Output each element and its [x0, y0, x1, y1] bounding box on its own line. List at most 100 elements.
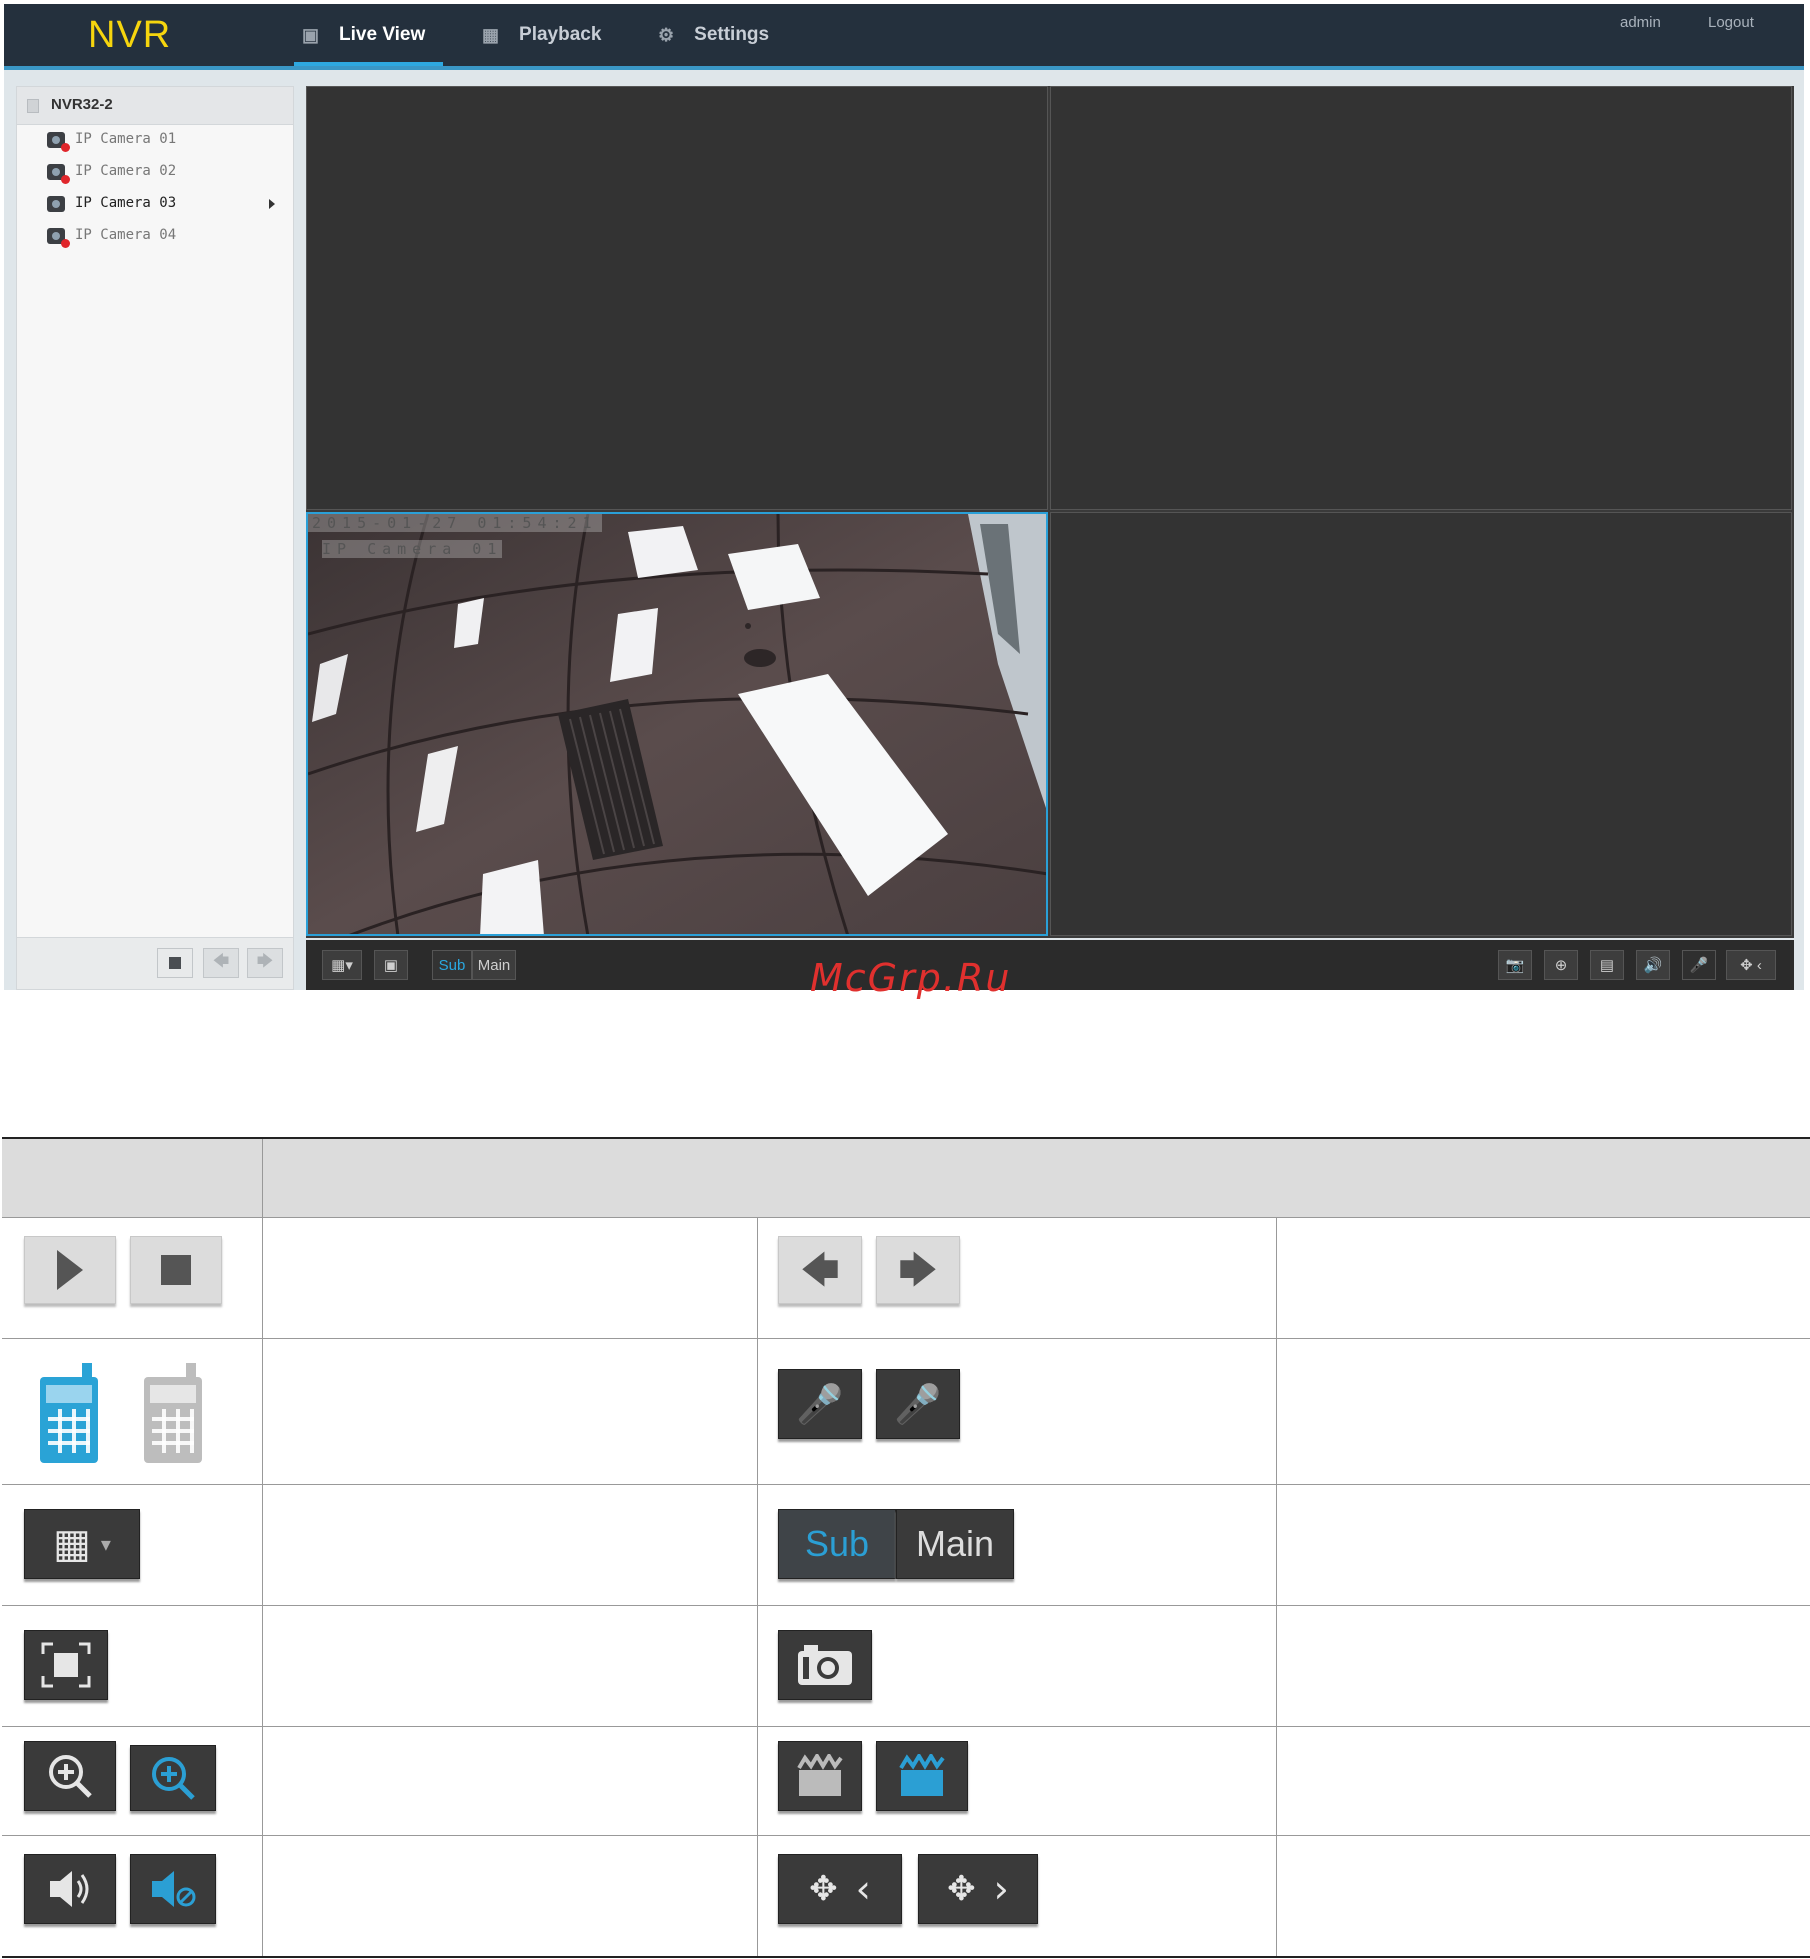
mic-off-icon: 🎤 [876, 1369, 960, 1439]
icon-cell [2, 1835, 263, 1958]
description-cell [262, 1726, 758, 1836]
zoom-button[interactable]: ⊕ [1544, 950, 1578, 980]
camera-feed-image [308, 514, 1046, 934]
sidebar-controls: 🡄 🡆 [17, 937, 293, 989]
fullscreen-icon: ▣ [383, 957, 399, 974]
video-window-1[interactable] [306, 86, 1048, 510]
mute-icon [130, 1854, 216, 1924]
stop-icon [130, 1236, 222, 1304]
film-icon: ▦ [482, 24, 500, 45]
next-page-button[interactable]: 🡆 [247, 948, 283, 978]
camera-offline-icon [47, 164, 70, 184]
table-row [2, 1726, 1810, 1836]
nvr-window: NVR ▣ Live View ▦ Playback ⚙ Settings ad… [4, 4, 1804, 990]
gear-icon: ⚙ [658, 24, 675, 45]
tree-root-nvr[interactable]: NVR32-2 [17, 87, 293, 125]
description-cell [262, 1835, 758, 1958]
table-row: 🡄 🡆 [2, 1217, 1810, 1339]
video-grid: 2015-01-27 01:54:21 IP Camera 01 [306, 86, 1794, 938]
stream-main-icon: Main [896, 1509, 1014, 1579]
video-window-3-active[interactable]: 2015-01-27 01:54:21 IP Camera 01 [306, 512, 1048, 936]
zoom-active-icon [130, 1745, 216, 1811]
description-cell [1276, 1338, 1810, 1485]
record-icon: ▤ [1599, 957, 1615, 974]
video-window-4[interactable] [1050, 512, 1792, 936]
description-cell [1276, 1605, 1810, 1727]
table-row: 🎤 🎤 [2, 1338, 1810, 1485]
tab-label: Playback [519, 24, 602, 45]
logout-link[interactable]: Logout [1708, 14, 1754, 31]
record-button[interactable]: ▤ [1590, 950, 1624, 980]
monitor-icon: ▣ [302, 24, 320, 45]
layout-button[interactable]: ▦▾ [322, 950, 362, 980]
video-window-2[interactable] [1050, 86, 1792, 510]
snapshot-button[interactable]: 📷 [1498, 950, 1532, 980]
play-icon [24, 1236, 116, 1304]
fullscreen-button[interactable]: ▣ [374, 950, 408, 980]
icon-cell: ▦ ▾ [2, 1484, 263, 1606]
watermark: McGrp.Ru [810, 956, 1012, 1000]
icon-cell [757, 1605, 1277, 1727]
tab-playback[interactable]: ▦ Playback [482, 4, 601, 66]
sub-stream-button[interactable]: Sub [432, 950, 472, 980]
icon-cell: 🎤 🎤 [757, 1338, 1277, 1485]
icon-cell: 🡄 🡆 [757, 1217, 1277, 1339]
volume-button[interactable]: 🔊 [1636, 950, 1670, 980]
volume-icon: 🔊 [1643, 957, 1663, 974]
icon-cell [2, 1338, 263, 1485]
device-tree: NVR32-2 IP Camera 01 IP Camera 02 IP Cam… [16, 86, 294, 990]
ptz-icon: ✥ ‹ [1740, 957, 1762, 974]
icon-cell [2, 1605, 263, 1727]
device-icon [27, 99, 39, 113]
table-row [2, 1605, 1810, 1727]
tab-label: Settings [694, 24, 770, 45]
record-icon [778, 1741, 862, 1811]
top-bar: NVR ▣ Live View ▦ Playback ⚙ Settings ad… [4, 4, 1804, 70]
camera-item-04[interactable]: IP Camera 04 [47, 225, 287, 251]
tab-settings[interactable]: ⚙ Settings [658, 4, 769, 66]
arrow-left-icon: 🡄 [778, 1236, 862, 1304]
tab-label: Live View [339, 24, 426, 45]
description-cell [1276, 1726, 1810, 1836]
sub-label: Sub [804, 1523, 870, 1564]
table-row: ✥ ‹ ✥ › [2, 1835, 1810, 1958]
tab-live-view[interactable]: ▣ Live View [293, 4, 444, 66]
camera-offline-icon [47, 228, 70, 248]
arrow-right-icon: 🡆 [876, 1236, 960, 1304]
camera-item-01[interactable]: IP Camera 01 [47, 129, 287, 155]
stream-sub-icon: Sub [778, 1509, 896, 1579]
intercom-on-icon [40, 1363, 98, 1463]
ptz-toggle-button[interactable]: ✥ ‹ [1726, 950, 1776, 980]
previous-page-button[interactable]: 🡄 [203, 948, 239, 978]
zoom-icon: ⊕ [1554, 957, 1568, 974]
stop-all-button[interactable] [157, 948, 193, 978]
user-name[interactable]: admin [1620, 14, 1661, 31]
intercom-off-icon [144, 1363, 202, 1463]
camera-item-03[interactable]: IP Camera 03 [47, 193, 287, 219]
layout-grid-icon: ▦▾ [331, 957, 353, 974]
mic-button[interactable]: 🎤 [1682, 950, 1716, 980]
description-cell [262, 1338, 758, 1485]
snapshot-icon [778, 1630, 872, 1700]
description-cell [262, 1605, 758, 1727]
mic-icon: 🎤 [1689, 957, 1709, 974]
description-cell [1276, 1835, 1810, 1958]
ptz-expand-icon: ✥ › [918, 1854, 1038, 1924]
camera-online-icon [47, 196, 65, 212]
ptz-collapse-icon: ✥ ‹ [778, 1854, 902, 1924]
zoom-icon [24, 1741, 116, 1811]
main-content: NVR32-2 IP Camera 01 IP Camera 02 IP Cam… [4, 70, 1804, 990]
main-stream-button[interactable]: Main [472, 950, 516, 980]
camera-item-02[interactable]: IP Camera 02 [47, 161, 287, 187]
description-cell [1276, 1217, 1810, 1339]
camera-offline-icon [47, 132, 70, 152]
table-header-row [2, 1137, 1810, 1218]
icon-cell [2, 1726, 263, 1836]
camera-label: IP Camera 03 [75, 195, 177, 211]
expand-arrow-icon[interactable] [269, 199, 275, 209]
live-toolbar: ▦▾ ▣ Sub Main 📷 ⊕ ▤ 🔊 🎤 ✥ ‹ [306, 940, 1794, 990]
main-label: Main [915, 1523, 995, 1564]
layout-grid-icon: ▦▾ [24, 1509, 140, 1579]
tree-root-label: NVR32-2 [51, 96, 113, 113]
description-cell [1276, 1484, 1810, 1606]
